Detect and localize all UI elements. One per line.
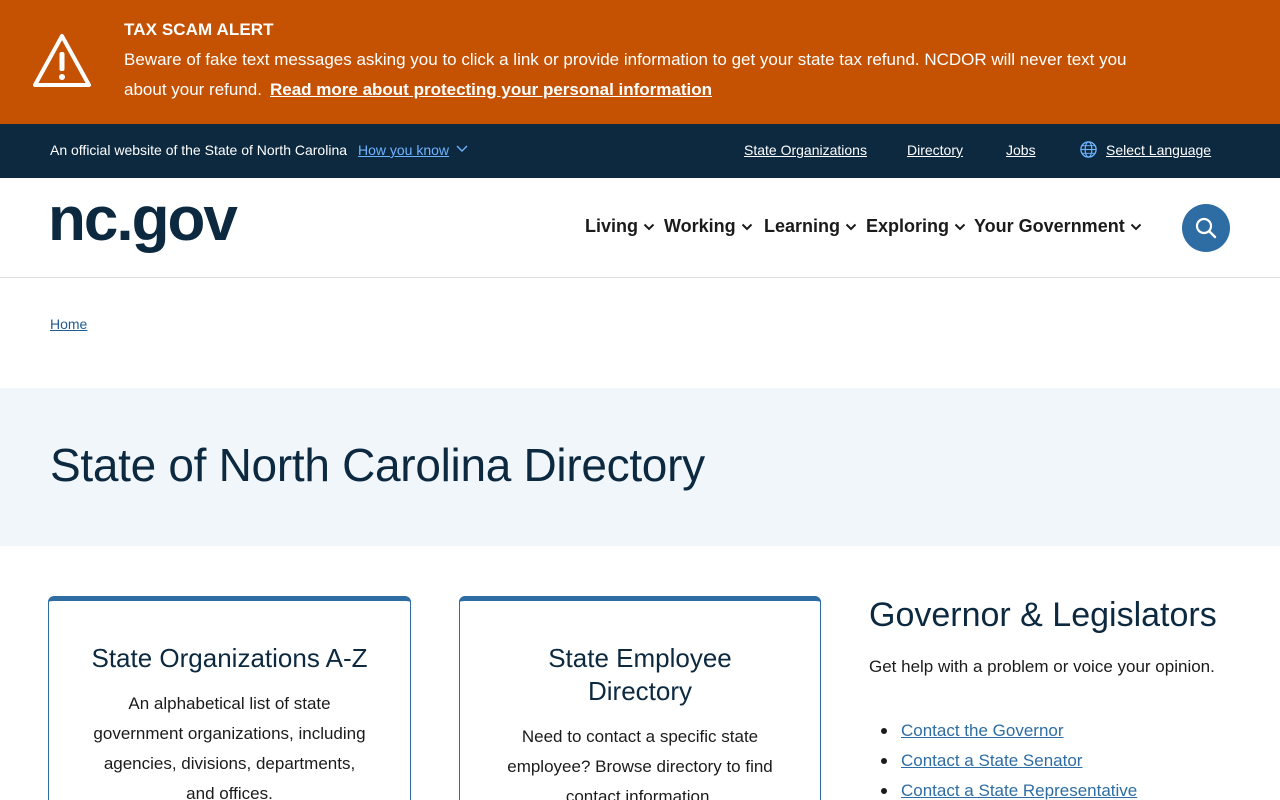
contact-governor-link[interactable]: Contact the Governor — [901, 721, 1064, 740]
card-description: An alphabetical list of state government… — [93, 694, 366, 800]
nav-item-working[interactable]: Working — [664, 216, 753, 237]
governor-legislators-links: Contact the Governor Contact a State Sen… — [880, 716, 1137, 800]
alert-read-more-link[interactable]: Read more about protecting your personal… — [270, 80, 712, 99]
alert-body: Beware of fake text messages asking you … — [124, 45, 1134, 105]
search-button[interactable] — [1182, 204, 1230, 252]
list-item: Contact a State Senator — [880, 746, 1137, 776]
site-header: nc.gov Living Working Learning Exploring… — [0, 178, 1280, 278]
nav-item-your-government[interactable]: Your Government — [974, 216, 1142, 237]
chevron-down-icon — [954, 223, 966, 230]
chevron-down-icon — [741, 223, 752, 230]
chevron-down-icon — [456, 145, 468, 152]
card-title: State Employee Directory — [548, 643, 732, 706]
chevron-down-icon — [643, 223, 655, 230]
governor-legislators-subtitle: Get help with a problem or voice your op… — [869, 657, 1215, 676]
state-organizations-link[interactable]: State Organizations — [744, 142, 867, 158]
chevron-down-icon — [845, 223, 857, 230]
official-site-text: An official website of the State of Nort… — [50, 142, 348, 158]
nav-label: Working — [664, 216, 736, 236]
contact-state-senator-link[interactable]: Contact a State Senator — [901, 751, 1082, 770]
alert-title: TAX SCAM ALERT — [124, 20, 274, 39]
nc-gov-logo[interactable]: nc.gov — [48, 184, 238, 256]
list-item: Contact the Governor — [880, 716, 1137, 746]
nav-label: Your Government — [974, 216, 1125, 236]
nav-label: Living — [585, 216, 638, 236]
search-icon — [1195, 217, 1217, 239]
state-organizations-card[interactable]: State Organizations A-Z An alphabetical … — [48, 596, 411, 800]
page-title: State of North Carolina Directory — [50, 439, 705, 491]
state-employee-directory-card[interactable]: State Employee Directory Need to contact… — [459, 596, 821, 800]
nav-label: Exploring — [866, 216, 950, 236]
governor-legislators-heading: Governor & Legislators — [869, 596, 1217, 634]
directory-link[interactable]: Directory — [907, 142, 963, 158]
utility-bar: An official website of the State of Nort… — [0, 124, 1280, 178]
tax-scam-alert-banner: TAX SCAM ALERT Beware of fake text messa… — [0, 0, 1280, 124]
globe-icon — [1080, 141, 1097, 158]
chevron-down-icon — [1130, 223, 1141, 230]
page-hero: State of North Carolina Directory — [0, 388, 1280, 546]
jobs-link[interactable]: Jobs — [1006, 142, 1036, 158]
list-item: Contact a State Representative — [880, 776, 1137, 800]
breadcrumb-home-link[interactable]: Home — [50, 316, 87, 332]
nav-label: Learning — [764, 216, 841, 236]
warning-triangle-icon — [33, 34, 91, 87]
contact-state-representative-link[interactable]: Contact a State Representative — [901, 781, 1137, 800]
nav-item-exploring[interactable]: Exploring — [866, 216, 966, 237]
card-description: Need to contact a specific state employe… — [507, 727, 773, 800]
select-language-button[interactable]: Select Language — [1106, 142, 1211, 158]
nav-item-learning[interactable]: Learning — [764, 216, 857, 237]
how-you-know-link[interactable]: How you know — [358, 142, 449, 158]
nav-item-living[interactable]: Living — [585, 216, 655, 237]
card-title: State Organizations A-Z — [91, 643, 368, 673]
